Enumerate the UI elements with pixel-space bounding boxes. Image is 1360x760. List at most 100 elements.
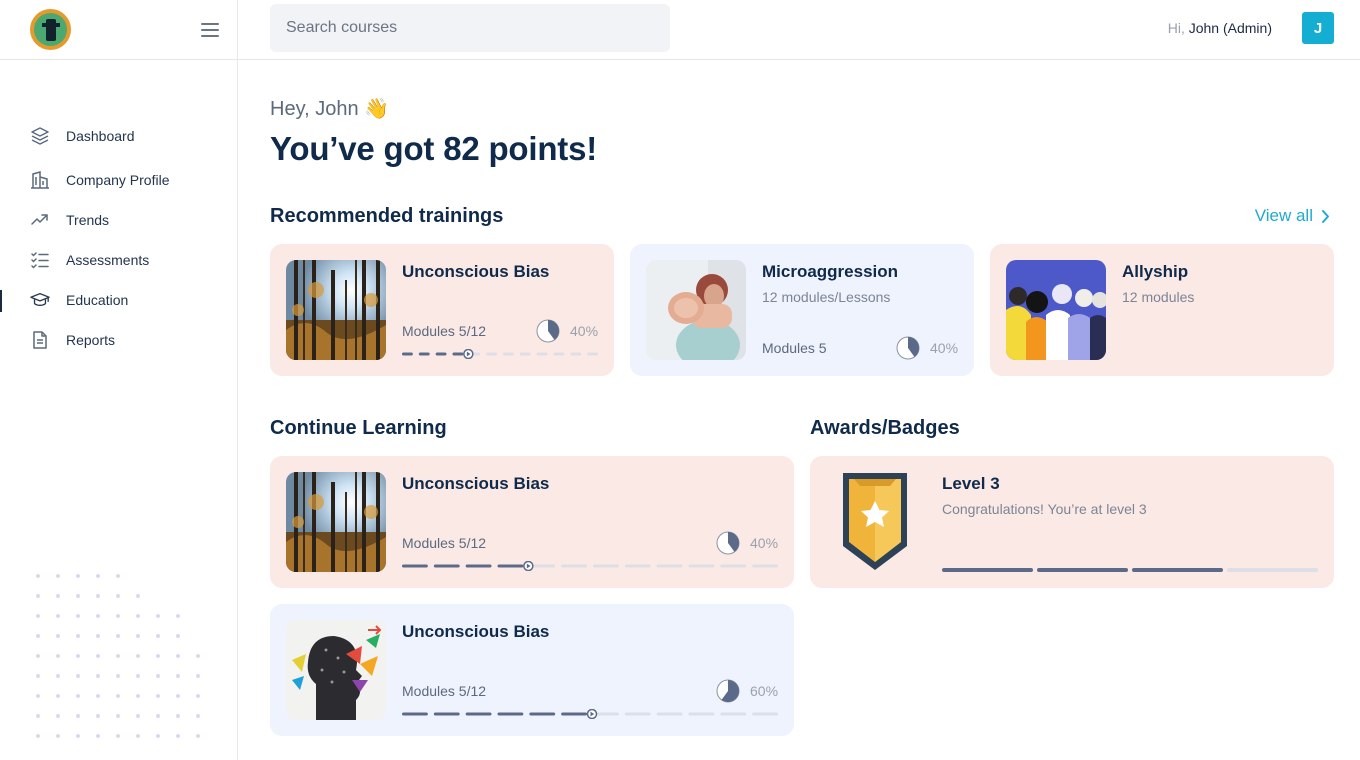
hamburger-menu-icon[interactable] (201, 22, 219, 37)
progress-segment (752, 564, 778, 568)
progress-segment (465, 564, 492, 568)
progress-segment (688, 564, 715, 568)
progress-segment (435, 352, 447, 356)
level-message: Congratulations! You’re at level 3 (942, 501, 1147, 517)
progress-percent: 40% (896, 336, 958, 360)
progress-segment (497, 712, 524, 716)
progress-segment (656, 712, 683, 716)
progress-percent: 60% (716, 679, 778, 703)
progress-segment (529, 712, 556, 716)
modules-count: Modules 5/12 (402, 535, 487, 551)
sidebar-item-label: Company Profile (66, 172, 170, 188)
course-progress-bar (402, 349, 598, 359)
progress-segment (503, 352, 514, 356)
training-card[interactable]: Microaggression 12 modules/Lessons Modul… (630, 244, 974, 376)
sidebar-item-label: Assessments (66, 252, 150, 268)
progress-segment (624, 564, 651, 568)
greeting-prefix: Hi, (1167, 20, 1185, 36)
sidebar-brand (0, 0, 237, 60)
sidebar-item-trends[interactable]: Trends (0, 200, 237, 240)
training-card[interactable]: Unconscious Bias Modules 5/12 40% (270, 244, 614, 376)
progress-segment (752, 712, 778, 716)
section-title-recommended: Recommended trainings (270, 205, 504, 227)
search-input[interactable] (270, 4, 670, 52)
section-title-awards: Awards/Badges (810, 417, 960, 439)
fist-thumbnail (646, 260, 746, 360)
level-segment (1037, 568, 1128, 572)
page-title: You’ve got 82 points! (270, 130, 598, 167)
decorative-dot-grid (36, 574, 200, 738)
training-card[interactable]: Allyship 12 modules (990, 244, 1334, 376)
award-card[interactable]: Level 3 Congratulations! You’re at level… (810, 456, 1334, 588)
level-title: Level 3 (942, 474, 1000, 493)
sidebar-item-dashboard[interactable]: Dashboard (0, 116, 237, 156)
layers-icon (30, 126, 50, 146)
sidebar-item-company-profile[interactable]: Company Profile (0, 160, 237, 200)
level-segment (1132, 568, 1223, 572)
progress-segment (418, 352, 430, 356)
people-group-thumbnail (1006, 260, 1106, 360)
shield-star-badge-icon (843, 473, 907, 570)
app-root: Dashboard Company Profile Trends Assessm… (0, 0, 1360, 760)
sidebar-item-label: Education (66, 292, 129, 308)
progress-percent: 40% (536, 319, 598, 343)
course-card[interactable]: Unconscious Bias Modules 5/12 40% (270, 456, 794, 588)
greeting-text: Hey, John 👋 (270, 98, 390, 120)
sidebar-item-label: Dashboard (66, 128, 135, 144)
forest-thumbnail (286, 260, 386, 360)
building-icon (30, 170, 50, 190)
user-greeting: Hi, John (Admin) (1168, 20, 1272, 36)
progress-segment (536, 352, 548, 356)
sidebar-item-assessments[interactable]: Assessments (0, 240, 237, 280)
progress-segment (720, 712, 747, 716)
sidebar-item-label: Trends (66, 212, 110, 228)
trend-up-icon (30, 210, 50, 230)
modules-count: Modules 5/12 (402, 323, 487, 339)
progress-segment (497, 564, 524, 568)
level-progress-bar (942, 568, 1318, 572)
modules-count: Modules 5/12 (402, 683, 487, 699)
card-title: Allyship (1122, 262, 1189, 281)
brand-logo[interactable] (30, 9, 71, 50)
sidebar-nav: Dashboard Company Profile Trends Assessm… (0, 116, 237, 360)
level-segment (1227, 568, 1318, 572)
pie-progress-icon (536, 319, 560, 343)
sidebar-item-education[interactable]: Education (0, 280, 237, 320)
progress-segment (561, 564, 587, 568)
progress-segment (720, 564, 747, 568)
card-subtitle: 12 modules (1122, 289, 1195, 305)
avatar[interactable]: J (1302, 12, 1334, 44)
sidebar-item-reports[interactable]: Reports (0, 320, 237, 360)
progress-percent: 40% (716, 531, 778, 555)
document-icon (30, 330, 50, 350)
section-title-continue-learning: Continue Learning (270, 417, 447, 439)
progress-segment (486, 352, 497, 356)
progress-segment (561, 712, 587, 716)
progress-segment (656, 564, 683, 568)
card-title: Unconscious Bias (402, 262, 550, 281)
pie-progress-icon (716, 531, 740, 555)
head-profile-thumbnail (286, 620, 386, 720)
progress-segment (433, 712, 460, 716)
card-subtitle: 12 modules/Lessons (762, 289, 891, 305)
progress-segment (553, 352, 565, 356)
sidebar: Dashboard Company Profile Trends Assessm… (0, 0, 238, 760)
course-card[interactable]: Unconscious Bias Modules 5/12 60% (270, 604, 794, 736)
progress-segment (587, 352, 598, 356)
progress-segment (688, 712, 715, 716)
user-name: John (Admin) (1188, 20, 1272, 36)
chevron-right-icon (1322, 209, 1329, 223)
progress-segment (624, 712, 651, 716)
progress-segment (570, 352, 582, 356)
sidebar-item-label: Reports (66, 332, 116, 348)
progress-segment (519, 352, 531, 356)
view-all-link[interactable]: View all (1255, 206, 1330, 226)
modules-count: Modules 5 (762, 340, 827, 356)
progress-segment (402, 712, 428, 716)
view-all-label: View all (1254, 206, 1313, 225)
course-progress-bar (402, 709, 778, 719)
progress-segment (402, 352, 413, 356)
checklist-icon (30, 250, 50, 270)
card-title: Unconscious Bias (402, 622, 550, 641)
pie-progress-icon (896, 336, 920, 360)
